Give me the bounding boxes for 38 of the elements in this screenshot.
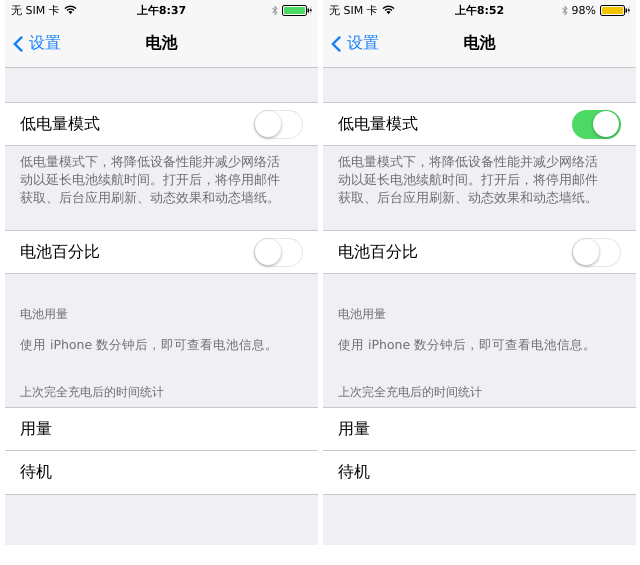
battery-percent-text: 98% [572,4,596,16]
row-label: 用量 [338,418,370,440]
setting-label: 低电量模式 [20,114,100,134]
footer-note: 低电量模式下，将降低设备性能并减少网络活动以延长电池续航时间。打开后，将停用邮件获取、后台应用刷新、动态效果和动态墙纸。 [337,154,599,208]
usage-note: 使用 iPhone 数分钟后，即可查看电池信息。 [19,337,280,354]
setting-label: 电池百分比 [338,242,418,262]
battery-icon [600,4,630,16]
back-button[interactable]: 设置 [323,33,379,54]
setting-label: 低电量模式 [338,114,418,134]
bluetooth-icon [562,4,568,16]
section-header: 上次完全充电后的时间统计 [337,384,483,401]
section-header: 电池用量 [19,306,69,323]
list-row[interactable]: 待机 [323,451,636,495]
clock-text: 上午8:52 [454,2,504,18]
usage-note: 使用 iPhone 数分钟后，即可查看电池信息。 [337,337,598,354]
list-row[interactable]: 用量 [323,407,636,451]
setting-label: 电池百分比 [20,242,100,262]
footer-note: 低电量模式下，将降低设备性能并减少网络活动以延长电池续航时间。打开后，将停用邮件获取、后台应用刷新、动态效果和动态墙纸。 [19,154,281,208]
clock-text: 上午8:37 [136,2,186,18]
section-header: 电池用量 [337,306,387,323]
bluetooth-icon [272,4,278,16]
screen-title: 电池 [464,33,496,54]
row-label: 用量 [20,418,52,440]
wifi-icon [64,5,77,15]
chevron-icon [331,34,342,54]
toggle-switch[interactable] [572,110,621,138]
back-button[interactable]: 设置 [5,33,61,54]
carrier-text: 无 SIM 卡 [11,2,60,18]
screen-title: 电池 [146,33,178,54]
battery-icon [282,4,312,16]
chevron-icon [13,34,24,54]
wifi-icon [382,5,395,15]
row-label: 待机 [20,462,52,483]
row-label: 待机 [338,462,370,483]
section-header: 上次完全充电后的时间统计 [19,384,165,401]
list-row[interactable]: 用量 [5,407,318,451]
carrier-text: 无 SIM 卡 [329,2,378,18]
list-row[interactable]: 待机 [5,451,318,495]
